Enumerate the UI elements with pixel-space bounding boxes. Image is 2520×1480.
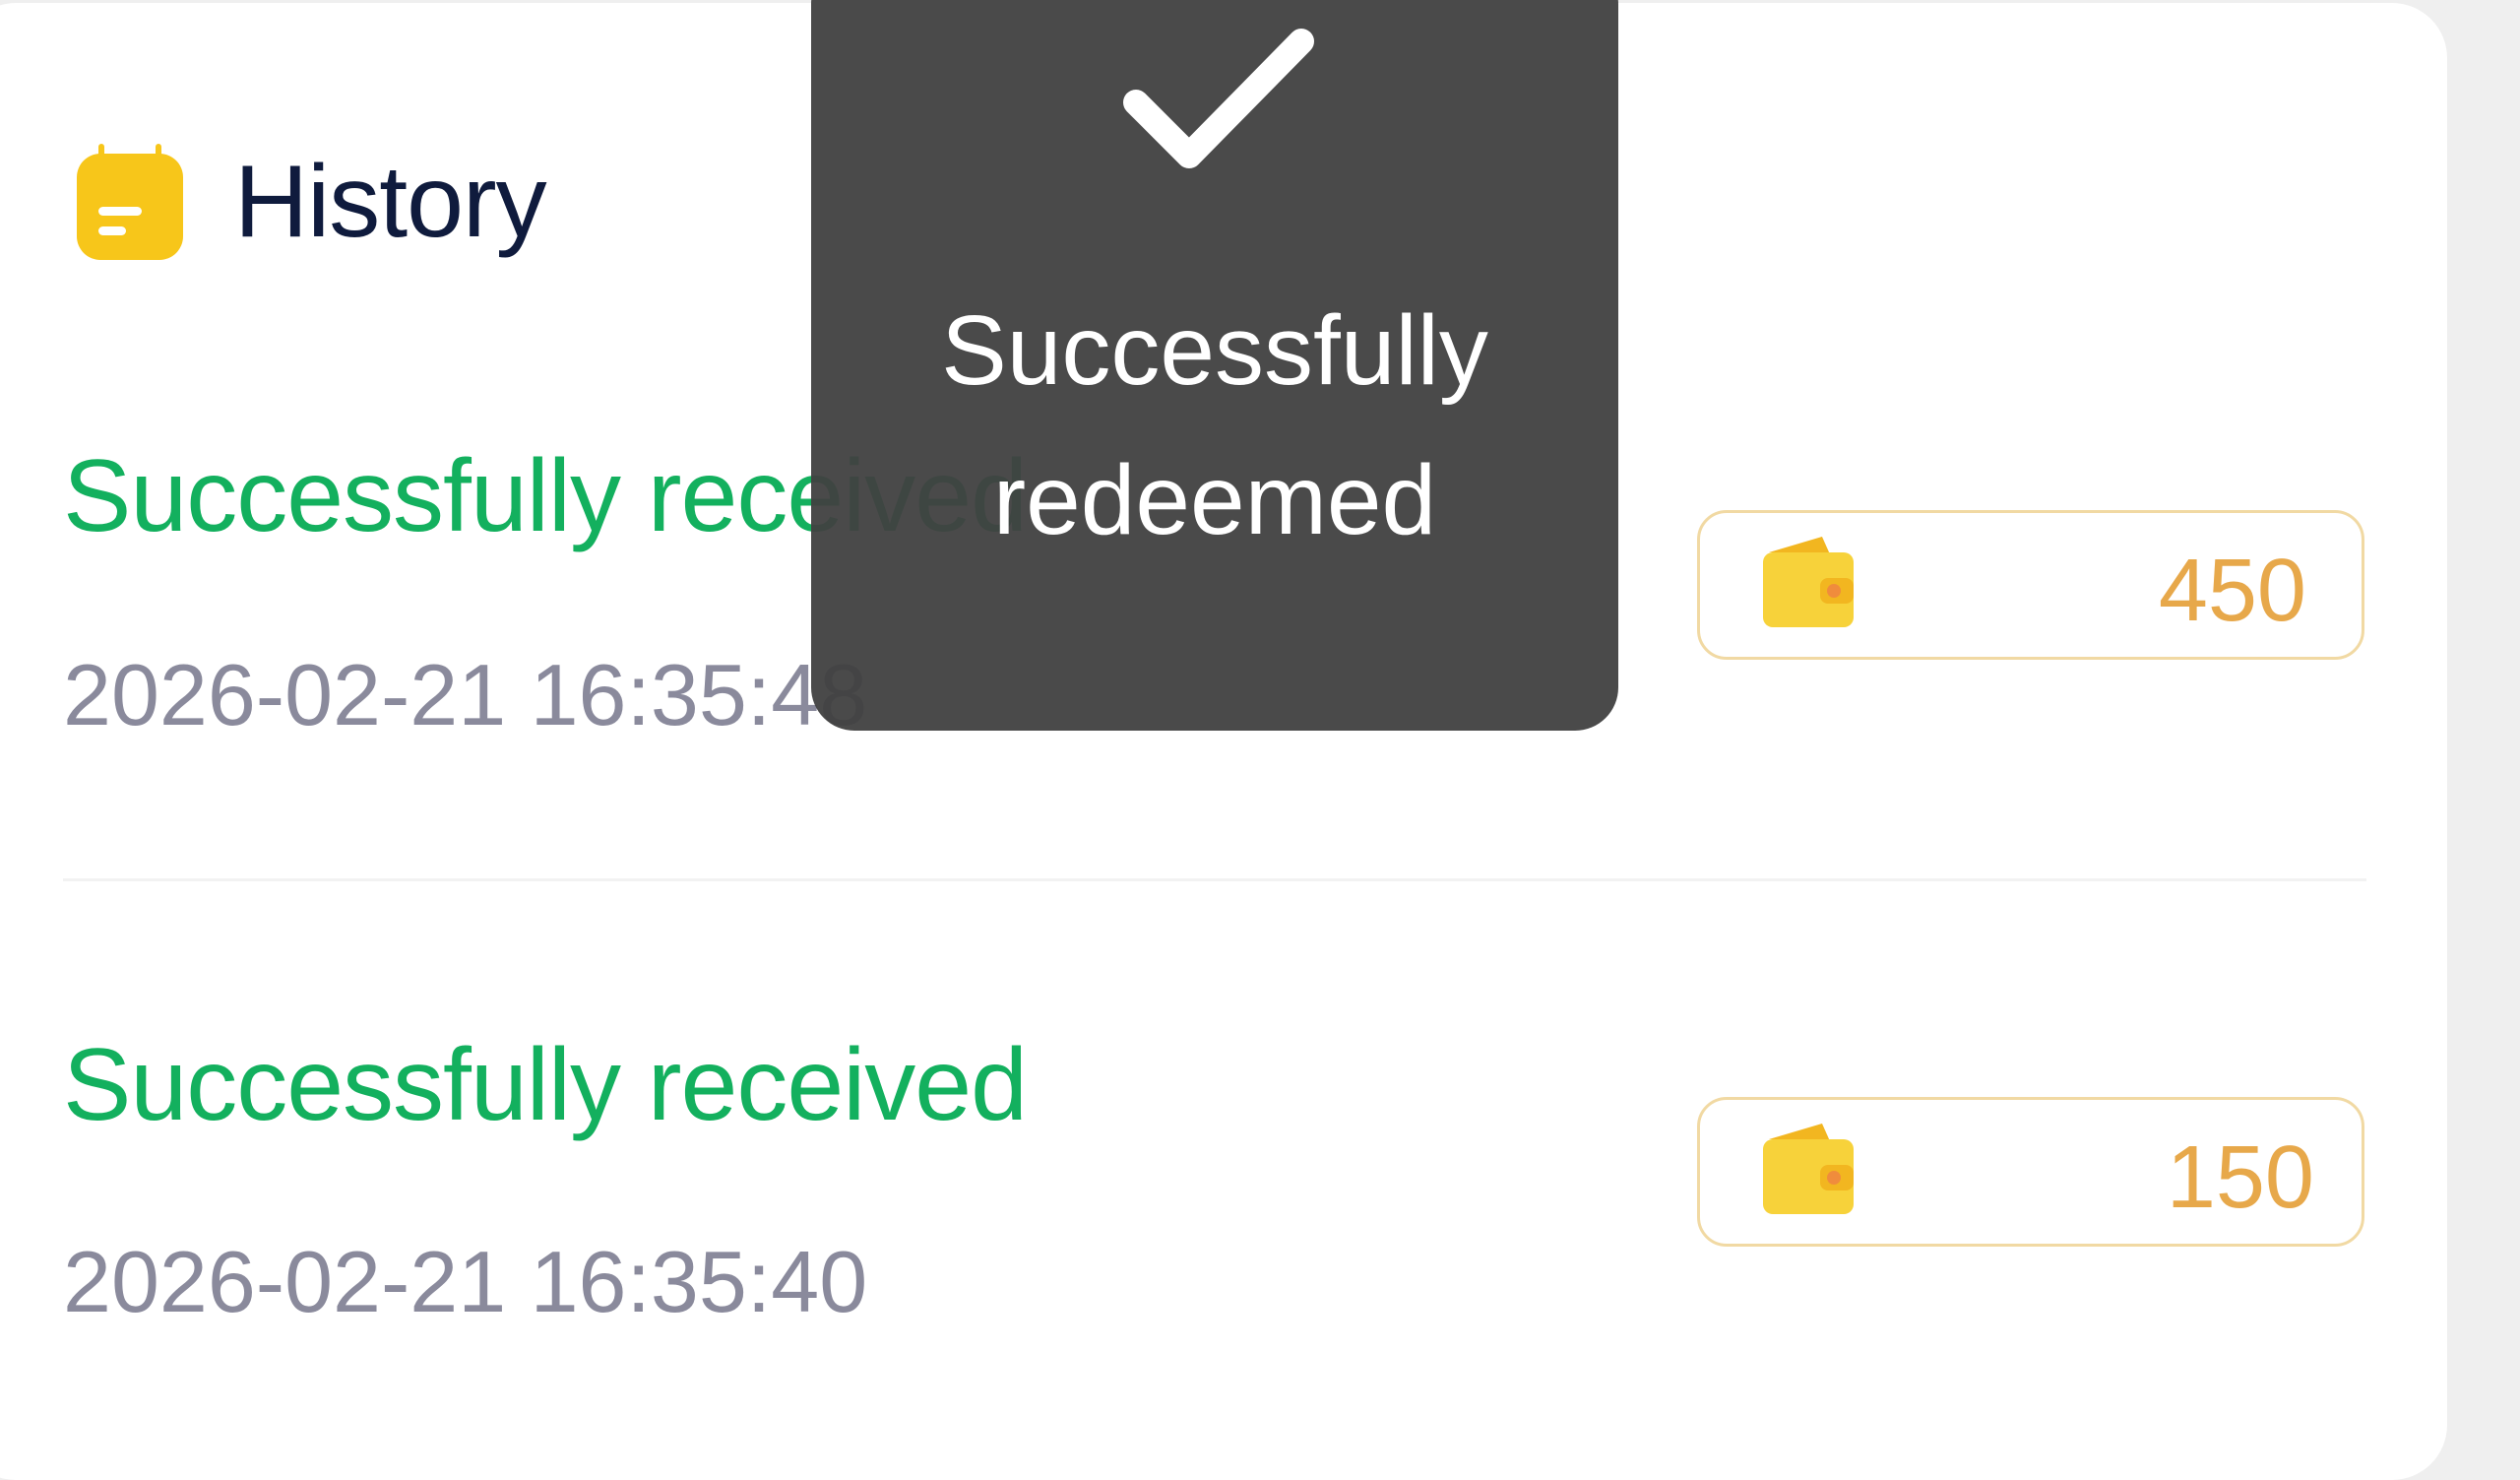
record-status: Successfully received (63, 1028, 1028, 1142)
record-time: 2026-02-21 16:35:40 (63, 1233, 868, 1330)
divider (63, 878, 2366, 881)
success-toast: Successfully redeemed (811, 0, 1618, 731)
toast-message-line1: Successfully (941, 295, 1488, 406)
wallet-icon (1759, 1118, 1858, 1220)
amount-badge: 450 (1697, 510, 2364, 660)
checkmark-icon (1118, 18, 1315, 175)
amount-badge: 150 (1697, 1097, 2364, 1247)
history-title: History (234, 145, 547, 259)
record-time: 2026-02-21 16:35:48 (63, 646, 868, 743)
toast-message-line2: redeemed (992, 445, 1437, 555)
history-header: History (77, 144, 547, 260)
notepad-icon (77, 144, 183, 260)
amount-value: 450 (2158, 542, 2306, 640)
toast-message: Successfully redeemed (811, 276, 1618, 575)
amount-value: 150 (2166, 1128, 2314, 1227)
wallet-icon (1759, 531, 1858, 633)
